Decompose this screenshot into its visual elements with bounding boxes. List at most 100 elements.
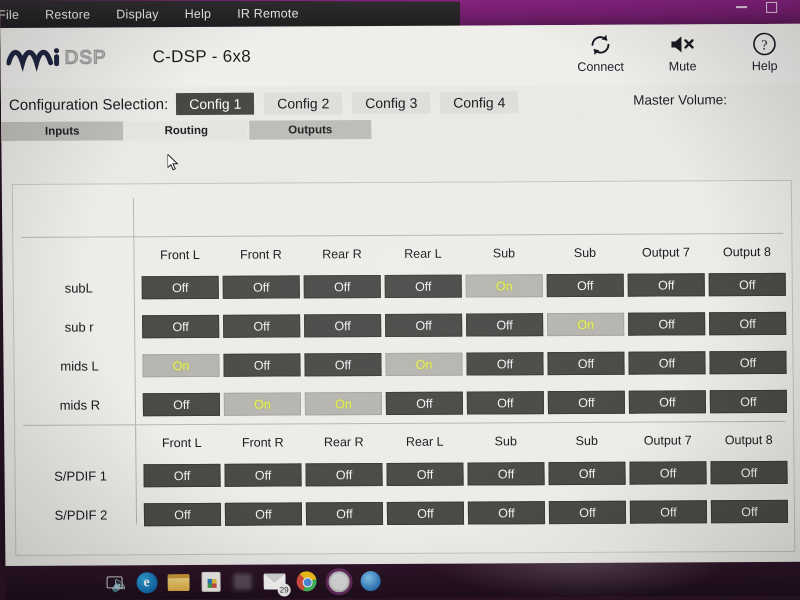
mouse-cursor bbox=[166, 152, 179, 172]
routing-cell-subr-front-r[interactable]: Off bbox=[223, 314, 301, 338]
routing-cell-subr-sub-1[interactable]: Off bbox=[466, 313, 544, 337]
unknown-app-icon[interactable] bbox=[229, 569, 255, 595]
row-label-mids-l: mids L bbox=[60, 358, 99, 374]
routing-cell-subr-output-7[interactable]: Off bbox=[628, 312, 706, 336]
routing-cell-mids-l-output-7[interactable]: Off bbox=[628, 351, 706, 375]
routing-cell-mids-l-rear-r[interactable]: Off bbox=[304, 353, 382, 377]
spdif-cell-1-rear-l[interactable]: Off bbox=[386, 462, 464, 486]
table-row: subL Off Off Off Off On Off Off Off bbox=[14, 265, 792, 308]
task-view-icon[interactable] bbox=[101, 569, 127, 595]
help-button[interactable]: ? Help bbox=[736, 30, 792, 73]
table-row: S/PDIF 2 Off Off Off Off Off Off Off Off bbox=[16, 492, 794, 535]
routing-cell-subr-output-8[interactable]: Off bbox=[709, 311, 787, 336]
routing-cell-subr-rear-l[interactable]: Off bbox=[385, 313, 463, 337]
column-header-front-l: Front L bbox=[160, 247, 200, 263]
tab-inputs[interactable]: Inputs bbox=[1, 121, 124, 141]
routing-cell-subl-output-7[interactable]: Off bbox=[627, 273, 705, 297]
spdif-column-header-sub-2: Sub bbox=[575, 433, 598, 448]
routing-cell-mids-l-rear-l[interactable]: On bbox=[385, 352, 463, 376]
spdif-cell-2-front-l[interactable]: Off bbox=[143, 502, 222, 527]
spdif-cell-1-sub-1[interactable]: Off bbox=[467, 462, 545, 486]
connect-button[interactable]: Connect bbox=[572, 31, 628, 74]
edge-browser-icon[interactable]: e bbox=[133, 569, 159, 595]
menu-item-help[interactable]: Help bbox=[185, 7, 212, 21]
spdif-cell-2-output-7[interactable]: Off bbox=[629, 500, 708, 524]
spdif-cell-2-rear-r[interactable]: Off bbox=[305, 501, 384, 526]
column-header-sub-1: Sub bbox=[492, 246, 516, 261]
routing-cell-mids-l-sub-2[interactable]: Off bbox=[547, 351, 625, 376]
spdif-cell-2-output-8[interactable]: Off bbox=[710, 499, 789, 524]
spdif-cell-1-rear-r[interactable]: Off bbox=[305, 462, 383, 487]
column-header-rear-r: Rear R bbox=[322, 247, 362, 262]
column-header-output-7: Output 7 bbox=[641, 245, 690, 260]
routing-cell-mids-l-output-8[interactable]: Off bbox=[709, 350, 787, 375]
routing-cell-mids-r-output-7[interactable]: Off bbox=[628, 390, 706, 414]
spdif-column-header-sub-1: Sub bbox=[494, 434, 517, 449]
menu-item-file[interactable]: File bbox=[0, 8, 19, 22]
section-tabs: Inputs Routing Outputs bbox=[1, 117, 800, 142]
routing-cell-subl-front-l[interactable]: Off bbox=[141, 275, 219, 300]
tab-outputs[interactable]: Outputs bbox=[249, 120, 372, 140]
routing-cell-mids-r-rear-r[interactable]: On bbox=[304, 392, 383, 416]
device-title: C-DSP - 6x8 bbox=[152, 46, 252, 67]
row-label-spdif-1: S/PDIF 1 bbox=[54, 468, 108, 484]
routing-cell-subl-rear-r[interactable]: Off bbox=[303, 275, 381, 299]
routing-cell-mids-r-sub-1[interactable]: Off bbox=[466, 391, 545, 415]
row-label-mids-r: mids R bbox=[59, 397, 101, 413]
mute-button[interactable]: Mute bbox=[654, 30, 710, 73]
spdif-column-header-rear-r: Rear R bbox=[323, 435, 364, 450]
mute-label: Mute bbox=[668, 59, 697, 74]
blue-app-icon[interactable] bbox=[357, 568, 383, 594]
spdif-cell-2-rear-l[interactable]: Off bbox=[386, 501, 465, 525]
spdif-cell-1-output-8[interactable]: Off bbox=[710, 460, 788, 485]
maximize-button[interactable] bbox=[756, 0, 786, 18]
question-circle-icon: ? bbox=[736, 30, 792, 58]
routing-cell-subl-output-8[interactable]: Off bbox=[708, 272, 786, 297]
connect-label: Connect bbox=[577, 59, 625, 74]
minimize-button[interactable] bbox=[726, 0, 756, 18]
routing-cell-mids-r-front-l[interactable]: Off bbox=[142, 392, 221, 417]
routing-cell-mids-r-rear-l[interactable]: Off bbox=[385, 391, 464, 415]
routing-cell-subr-front-l[interactable]: Off bbox=[142, 314, 220, 339]
column-header-output-8: Output 8 bbox=[722, 244, 771, 260]
spdif-cell-1-front-l[interactable]: Off bbox=[143, 463, 221, 488]
routing-cell-mids-l-sub-1[interactable]: Off bbox=[466, 352, 544, 376]
spdif-cell-2-sub-2[interactable]: Off bbox=[548, 500, 627, 525]
routing-cell-subr-sub-2[interactable]: On bbox=[547, 312, 625, 337]
menu-item-ir-remote[interactable]: IR Remote bbox=[237, 6, 299, 20]
spdif-cell-2-sub-1[interactable]: Off bbox=[467, 501, 546, 525]
column-header-rear-l: Rear L bbox=[404, 246, 442, 261]
opera-browser-icon[interactable] bbox=[325, 568, 351, 594]
chrome-browser-icon[interactable] bbox=[293, 568, 319, 594]
routing-cell-mids-r-output-8[interactable]: Off bbox=[709, 389, 787, 414]
config-3-button[interactable]: Config 3 bbox=[352, 91, 431, 115]
mail-icon[interactable]: 29 bbox=[261, 568, 291, 597]
main-matrix-header-row: Front L Front R Rear R Rear L Sub Sub Ou… bbox=[13, 239, 791, 269]
config-2-button[interactable]: Config 2 bbox=[264, 92, 343, 115]
routing-cell-subl-sub-2[interactable]: Off bbox=[546, 273, 624, 298]
spdif-cell-1-sub-2[interactable]: Off bbox=[548, 461, 626, 486]
routing-cell-subl-rear-l[interactable]: Off bbox=[384, 274, 462, 298]
spdif-column-header-front-r: Front R bbox=[241, 435, 284, 450]
row-label-subr: sub r bbox=[64, 319, 94, 335]
routing-cell-mids-r-sub-2[interactable]: Off bbox=[547, 390, 626, 415]
routing-cell-mids-l-front-r[interactable]: Off bbox=[223, 353, 301, 377]
tab-routing[interactable]: Routing bbox=[125, 120, 248, 141]
routing-cell-mids-r-front-r[interactable]: On bbox=[223, 392, 302, 416]
menu-item-restore[interactable]: Restore bbox=[45, 8, 90, 22]
file-explorer-icon[interactable] bbox=[165, 569, 191, 595]
routing-cell-subl-front-r[interactable]: Off bbox=[222, 275, 300, 299]
config-1-button[interactable]: Config 1 bbox=[176, 92, 255, 116]
minidsp-application-window: File Restore Display Help IR Remote DSP … bbox=[0, 0, 800, 568]
spdif-cell-1-output-7[interactable]: Off bbox=[629, 461, 707, 485]
routing-cell-mids-l-front-l[interactable]: On bbox=[142, 353, 220, 378]
svg-text:DSP: DSP bbox=[64, 47, 106, 68]
routing-cell-subl-sub-1[interactable]: On bbox=[465, 274, 543, 298]
config-4-button[interactable]: Config 4 bbox=[440, 91, 519, 114]
routing-cell-subr-rear-r[interactable]: Off bbox=[304, 314, 382, 338]
microsoft-store-icon[interactable] bbox=[197, 569, 223, 595]
spdif-cell-1-front-r[interactable]: Off bbox=[224, 463, 302, 487]
spdif-cell-2-front-r[interactable]: Off bbox=[224, 502, 303, 526]
spdif-column-header-front-l: Front L bbox=[161, 435, 202, 451]
menu-item-display[interactable]: Display bbox=[116, 7, 159, 21]
